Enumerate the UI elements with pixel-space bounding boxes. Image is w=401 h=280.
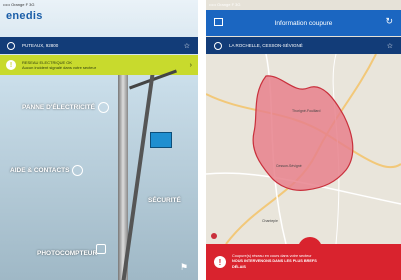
menu-photo-label: PHOTOCOMPTEUR <box>37 250 98 257</box>
phone-icon <box>72 165 84 176</box>
outage-banner[interactable]: ! Coupure(s) réseau en cours dans votre … <box>206 244 401 280</box>
location-bar[interactable]: PUTEAUX, 92800 ☆ <box>0 37 198 54</box>
star-icon[interactable]: ☆ <box>184 42 190 50</box>
carrier-label: ••••• Orange F 3G <box>3 2 35 7</box>
map-label: Thorigné-Fouillard <box>292 109 321 113</box>
warning-icon: ! <box>6 60 16 70</box>
menu-photocompteur[interactable]: PHOTOCOMPTEUR <box>37 250 97 257</box>
network-status-detail: Aucun incident signalé dans votre secteu… <box>22 65 97 70</box>
lightning-icon <box>97 102 109 113</box>
outage-map[interactable]: Thorigné-Fouillard Cesson-Sévigné Chante… <box>206 53 401 245</box>
camera-icon[interactable] <box>96 244 106 254</box>
star-icon[interactable]: ☆ <box>387 42 393 50</box>
app-header: Information coupure ↻ <box>206 10 401 36</box>
menu-securite-label: SÉCURITÉ <box>148 197 181 204</box>
network-status-text: RESEAU ELECTRIQUE OK Aucun incident sign… <box>22 60 96 70</box>
outage-banner-text: Coupure(s) réseau en cours dans votre se… <box>232 254 317 271</box>
location-bar[interactable]: LA ROCHELLE, CESSON-SÉVIGNÉ ☆ <box>206 37 401 54</box>
logo-text: enedis <box>6 10 43 22</box>
warning-icon: ! <box>214 256 226 268</box>
menu-panne-label: PANNE D'ÉLECTRICITÉ <box>22 104 95 111</box>
outage-banner-line3: DÉLAIS <box>232 264 246 269</box>
map-label: Cesson-Sévigné <box>276 164 302 168</box>
map-canvas[interactable] <box>206 53 401 245</box>
outage-info-screen: Information coupure ↻ ••••• Orange F 3G … <box>206 0 401 280</box>
menu-aide-contacts[interactable]: AIDE & CONTACTS <box>10 165 84 176</box>
enedis-logo: enedis <box>6 10 43 22</box>
map-label: Chantepie <box>262 219 278 223</box>
home-icon[interactable] <box>214 18 223 26</box>
refresh-icon[interactable]: ↻ <box>385 16 393 27</box>
outage-banner-line2: NOUS INTERVENONS DANS LES PLUS BREFS <box>232 259 317 264</box>
location-pin-icon <box>7 41 15 50</box>
menu-securite[interactable]: SÉCURITÉ <box>148 197 181 204</box>
menu-aide-label: AIDE & CONTACTS <box>10 167 70 174</box>
home-screen: ••••• Orange F 3G enedis PUTEAUX, 92800 … <box>0 0 198 280</box>
shield-icon[interactable]: ⚑ <box>180 262 188 273</box>
status-bar: ••••• Orange F 3G <box>206 0 401 10</box>
chevron-right-icon: › <box>189 61 192 69</box>
menu-panne-electricite[interactable]: PANNE D'ÉLECTRICITÉ <box>22 102 109 113</box>
page-title: Information coupure <box>274 19 333 27</box>
location-label: LA ROCHELLE, CESSON-SÉVIGNÉ <box>229 43 303 48</box>
carrier-label: ••••• Orange F 3G <box>209 2 241 7</box>
status-bar: ••••• Orange F 3G <box>0 0 198 10</box>
map-marker <box>211 233 217 239</box>
location-label: PUTEAUX, 92800 <box>22 43 59 48</box>
worker-bucket <box>150 132 172 148</box>
location-pin-icon <box>214 41 222 50</box>
